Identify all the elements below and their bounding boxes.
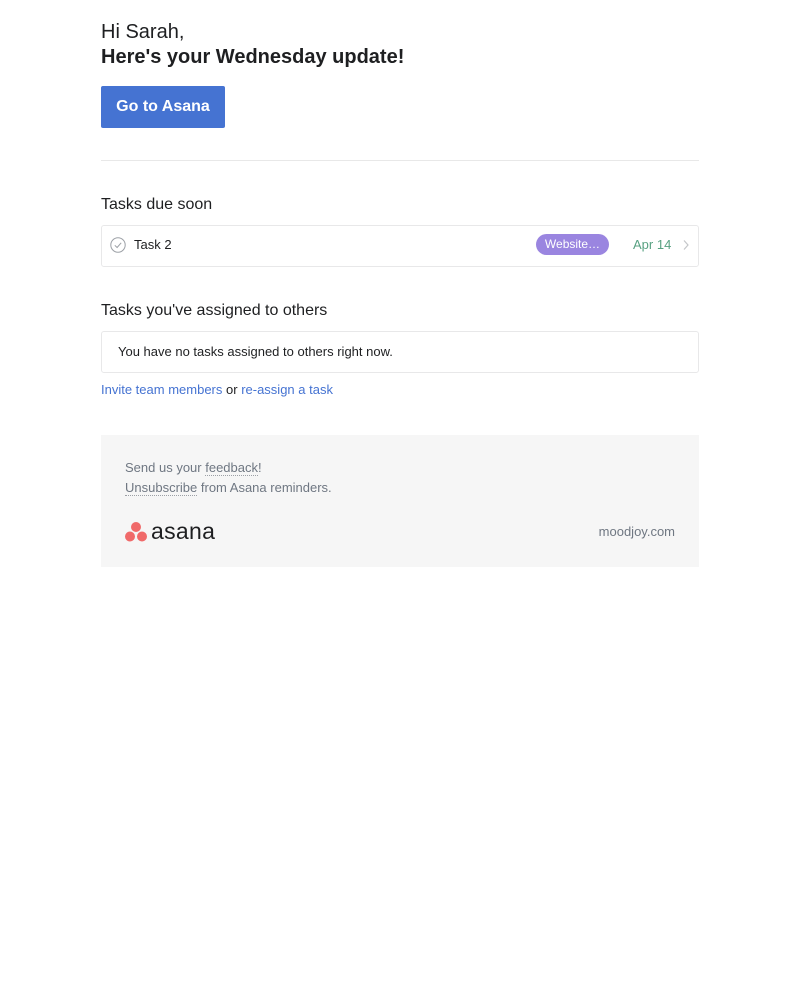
greeting: Hi Sarah, — [101, 21, 185, 43]
chevron-right-icon[interactable] — [682, 239, 690, 251]
connector-text: or — [226, 382, 238, 397]
due-date: Apr 14 — [633, 237, 672, 252]
check-circle-icon[interactable] — [110, 237, 126, 253]
logo-wordmark: asana — [151, 518, 216, 544]
section-title-due-soon: Tasks due soon — [101, 196, 213, 213]
asana-logo: asana — [125, 518, 235, 544]
empty-state-message: You have no tasks assigned to others rig… — [118, 344, 393, 359]
headline: Here's your Wednesday update! — [101, 46, 405, 68]
feedback-suffix: ! — [258, 460, 262, 475]
invite-team-members-link[interactable]: Invite team members — [101, 382, 222, 397]
feedback-line: Send us your feedback! — [125, 459, 262, 477]
unsubscribe-line: Unsubscribe from Asana reminders. — [125, 479, 332, 497]
reassign-task-link[interactable]: re-assign a task — [241, 382, 333, 397]
go-to-asana-button[interactable]: Go to Asana — [101, 86, 225, 128]
feedback-link[interactable]: feedback — [205, 460, 258, 476]
section-title-assigned-to-others: Tasks you've assigned to others — [101, 302, 328, 319]
footer: Send us your feedback! Unsubscribe from … — [101, 435, 699, 567]
unsubscribe-link[interactable]: Unsubscribe — [125, 480, 198, 496]
empty-state-box: You have no tasks assigned to others rig… — [101, 331, 699, 373]
asana-dots-icon — [125, 522, 147, 542]
task-row[interactable]: Task 2 Website… Apr 14 — [101, 225, 699, 267]
task-name[interactable]: Task 2 — [134, 237, 172, 253]
feedback-prefix: Send us your — [125, 460, 202, 475]
unsubscribe-suffix: from Asana reminders. — [200, 480, 332, 495]
project-pill[interactable]: Website… — [536, 234, 609, 255]
footer-domain: moodjoy.com — [598, 524, 675, 539]
divider — [101, 160, 699, 161]
action-links: Invite team members or re-assign a task — [101, 381, 333, 399]
